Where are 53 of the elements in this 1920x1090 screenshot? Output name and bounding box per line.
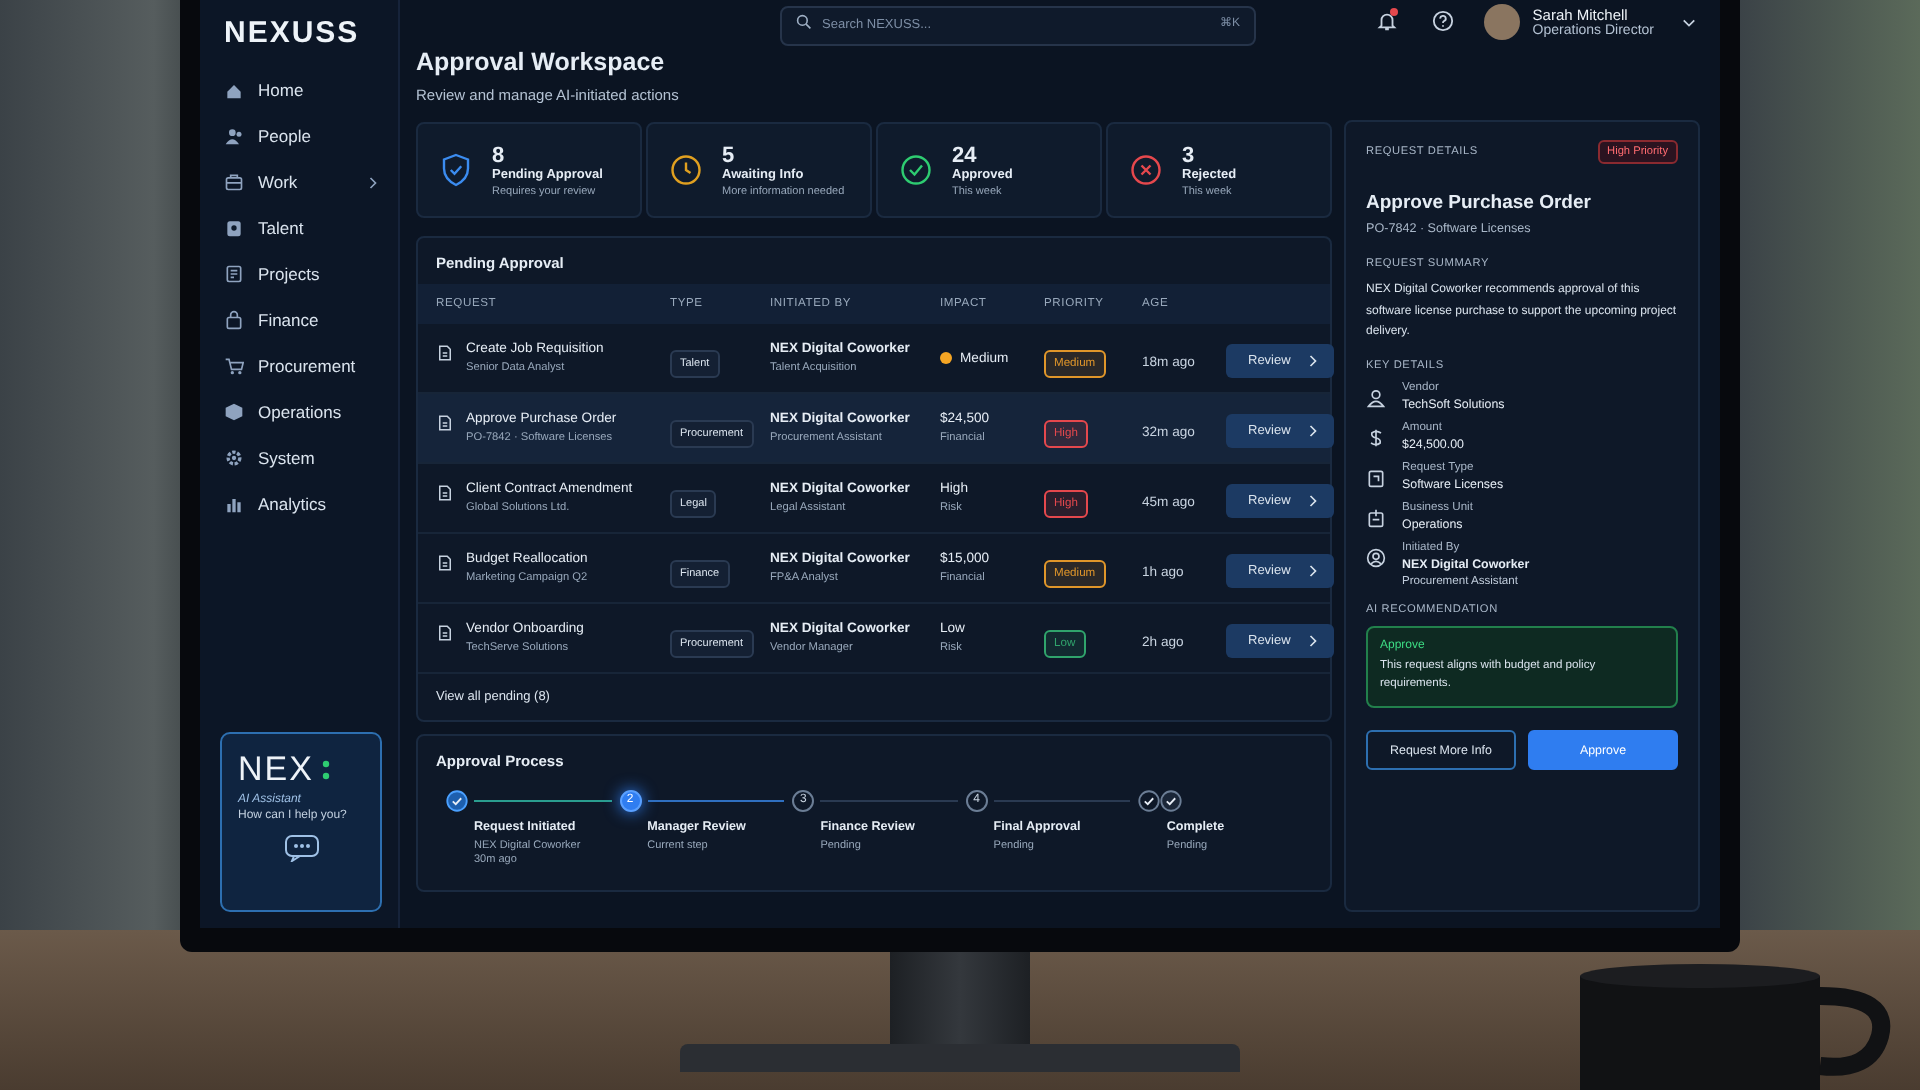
document-icon bbox=[436, 344, 454, 362]
nav-item[interactable]: Operations bbox=[220, 396, 382, 428]
chevron-right-icon bbox=[1308, 634, 1319, 648]
person-icon bbox=[1366, 387, 1386, 407]
nav-item[interactable]: Work bbox=[220, 166, 382, 198]
x-circle-icon bbox=[1128, 152, 1164, 188]
page-title: Approval Workspace bbox=[416, 48, 667, 76]
nav-item[interactable]: Finance bbox=[220, 304, 382, 336]
details-title: Approve Purchase Order bbox=[1366, 192, 1593, 214]
chevron-right-icon bbox=[1308, 424, 1319, 438]
stat-value: 24 bbox=[952, 143, 979, 167]
nav-item[interactable]: Projects bbox=[220, 258, 382, 290]
nav-item[interactable]: Talent bbox=[220, 212, 382, 244]
nav-item[interactable]: Home bbox=[220, 74, 382, 106]
home-icon bbox=[224, 80, 244, 100]
chevron-right-icon bbox=[1308, 494, 1319, 508]
chart-icon bbox=[224, 494, 244, 514]
badge-icon bbox=[224, 218, 244, 238]
chevron-down-icon bbox=[1682, 17, 1696, 27]
board-icon bbox=[224, 264, 244, 284]
monitor-stand bbox=[890, 952, 1030, 1044]
assistant-title: NEX bbox=[238, 750, 314, 790]
search-icon bbox=[796, 14, 812, 30]
gear-icon bbox=[224, 448, 244, 468]
chat-icon bbox=[283, 834, 319, 862]
user-circle-icon bbox=[1366, 547, 1386, 567]
check-circle-icon bbox=[898, 152, 934, 188]
shield-check-icon bbox=[438, 152, 474, 188]
document-icon bbox=[436, 484, 454, 502]
cart-icon bbox=[224, 356, 244, 376]
lock-icon bbox=[224, 310, 244, 330]
stat-value: 8 bbox=[492, 143, 507, 167]
document-icon bbox=[436, 624, 454, 642]
help-button[interactable] bbox=[1428, 8, 1457, 36]
dollar-icon bbox=[1366, 427, 1386, 447]
people-icon bbox=[224, 126, 244, 146]
briefcase-icon bbox=[224, 172, 244, 192]
nav-item[interactable]: System bbox=[220, 442, 382, 474]
nav-item[interactable]: People bbox=[220, 120, 382, 152]
stat-value: 3 bbox=[1182, 143, 1197, 167]
document-icon bbox=[436, 554, 454, 572]
nav-item[interactable]: Procurement bbox=[220, 350, 382, 382]
stat-value: 5 bbox=[722, 143, 737, 167]
brand-logo: NEXUSS bbox=[224, 16, 362, 50]
notification-button[interactable] bbox=[1372, 8, 1401, 36]
avatar bbox=[1484, 4, 1521, 40]
status-dots-icon bbox=[321, 758, 330, 782]
chevron-right-icon bbox=[1308, 564, 1319, 578]
chevron-right-icon bbox=[1308, 354, 1319, 368]
cube-icon bbox=[224, 402, 244, 422]
document-icon bbox=[436, 414, 454, 432]
clock-icon bbox=[668, 152, 704, 188]
nav-item[interactable]: Analytics bbox=[220, 488, 382, 520]
